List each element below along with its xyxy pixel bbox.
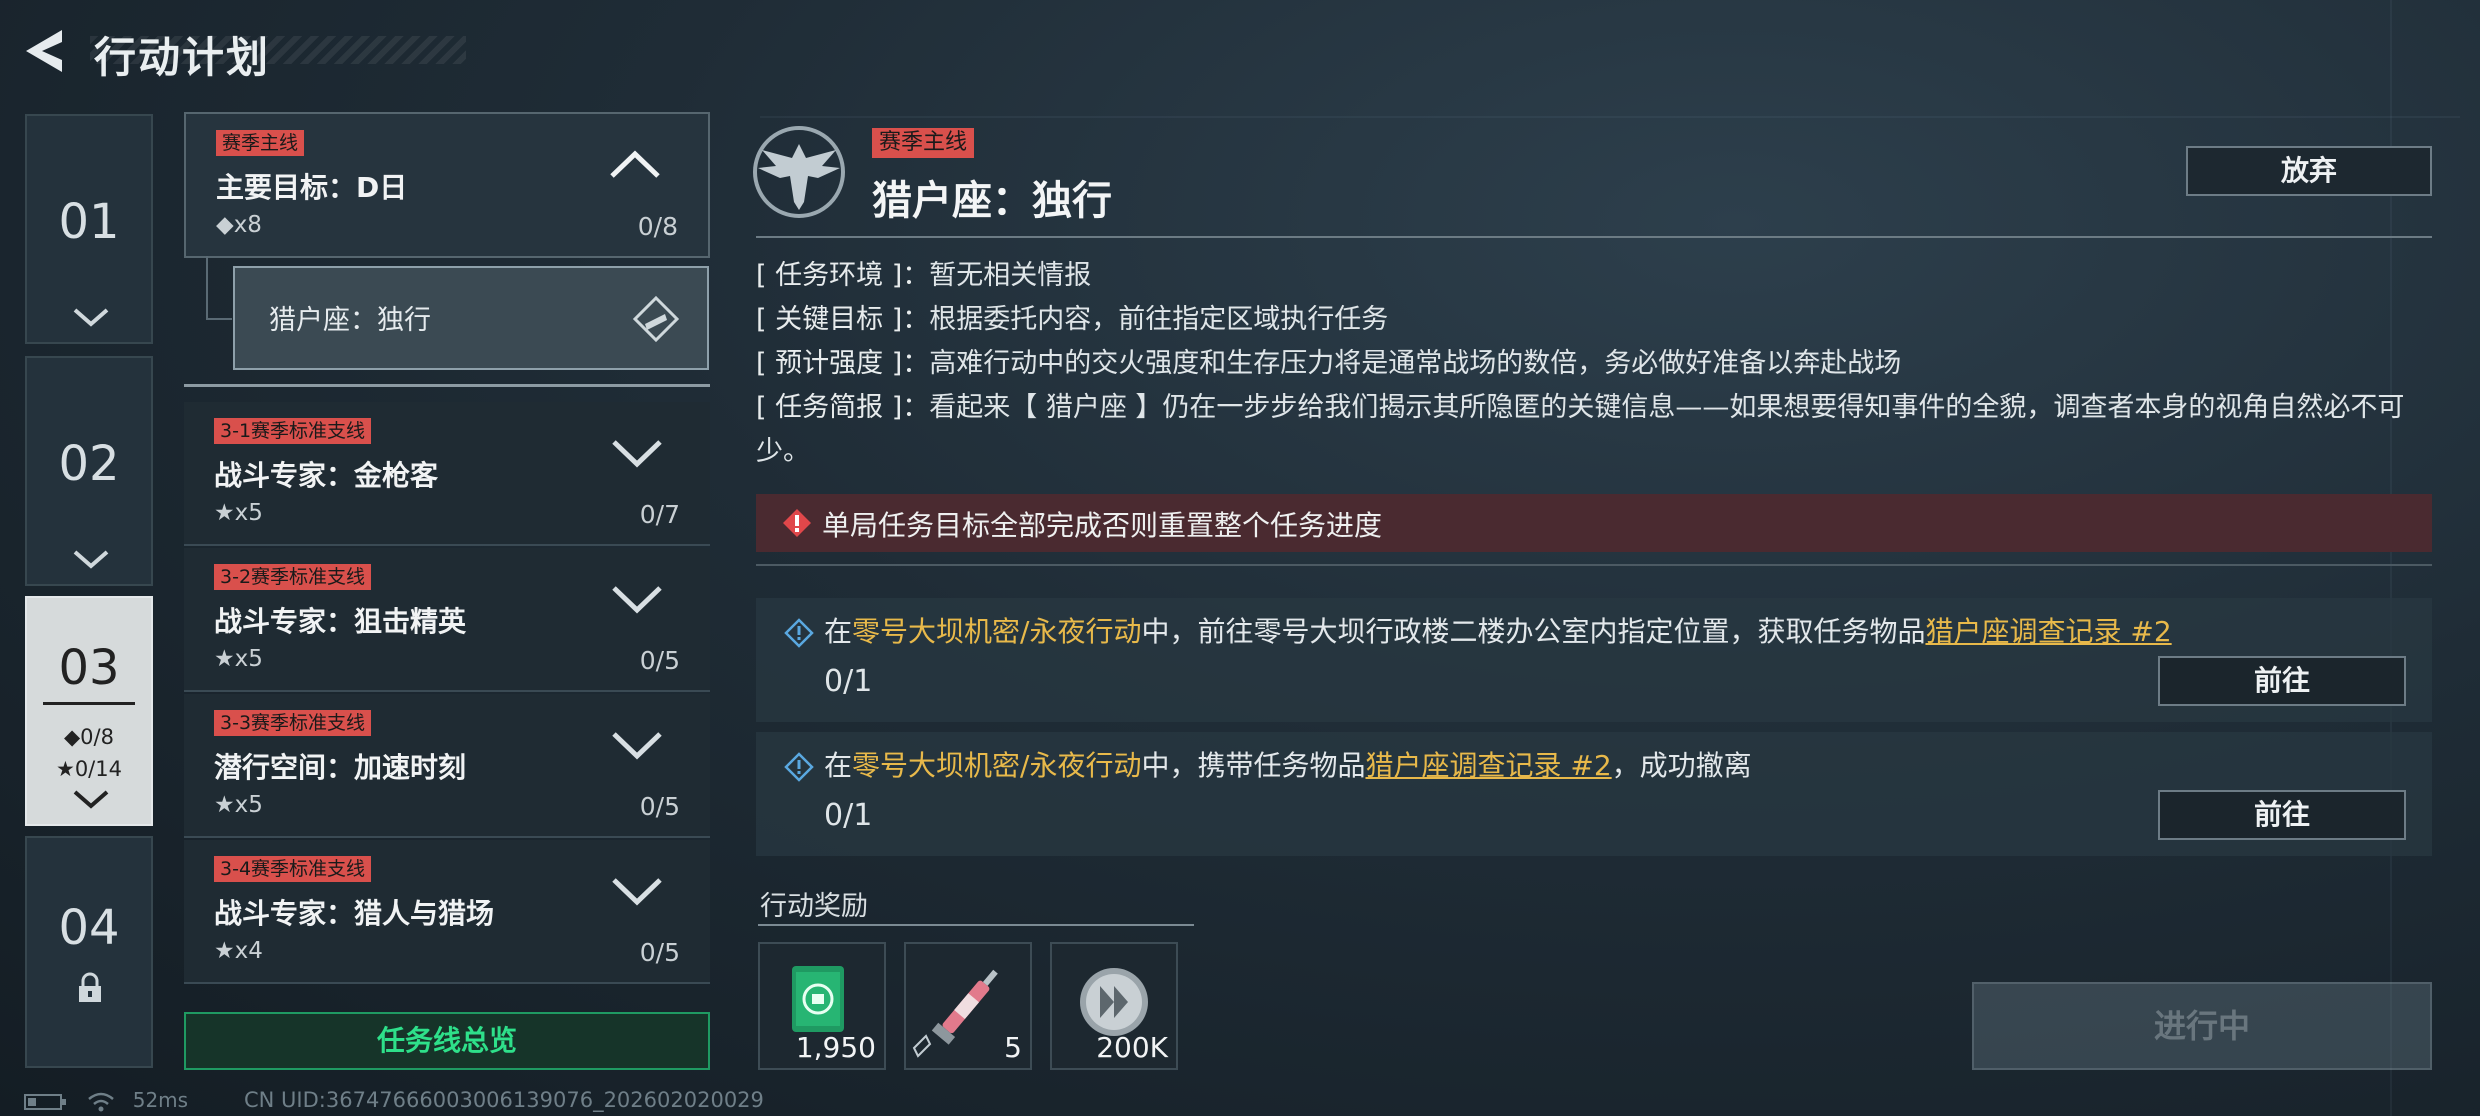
chapter-star-progress: ★0/14 [56, 757, 122, 781]
reward-label: 行动奖励 [760, 891, 868, 922]
chevron-down-icon [73, 550, 109, 569]
quest-main[interactable]: 赛季主线 主要目标：D日 ◆x8 0/8 [184, 112, 710, 258]
goto-button[interactable]: 前往 [2158, 790, 2406, 840]
chapter-tab-01[interactable]: 01 [25, 114, 153, 344]
chevron-down-icon[interactable] [610, 728, 664, 760]
info-briefing: [ 任务简报 ]：看起来【 猎户座 】仍在一步步给我们揭示其所隐匿的关键信息——… [756, 392, 2405, 467]
task-progress: 0/1 [824, 798, 873, 833]
quest-title: 潜行空间：加速时刻 [214, 751, 467, 784]
quest-side-3-1[interactable]: 3-1赛季标准支线 战斗专家：金枪客 ★x5 0/7 [184, 402, 710, 546]
chevron-down-icon[interactable] [610, 436, 664, 468]
chevron-up-icon[interactable] [608, 148, 662, 180]
reward-amount: 200K [1096, 1031, 1168, 1064]
uid-text: CN UID:3674766600300613907​6_20260202002… [244, 1088, 764, 1112]
quest-title: 战斗专家：金枪客 [214, 459, 439, 492]
quest-side-3-4[interactable]: 3-4赛季标准支线 战斗专家：猎人与猎场 ★x4 0/5 [184, 840, 710, 984]
quest-tag: 3-4赛季标准支线 [214, 856, 372, 882]
info-key-objective: [ 关键目标 ]：根据委托内容，前往指定区域执行任务 [756, 304, 1389, 335]
quest-overview-button[interactable]: 任务线总览 [184, 1012, 710, 1070]
quest-title: 主要目标：D日 [216, 171, 408, 204]
task-item: 在零号大坝机密/永夜行动中，携带任务物品猎户座调查记录 #2，成功撤离 0/1 … [756, 732, 2432, 856]
quest-progress: 0/8 [637, 212, 678, 241]
warning-icon [783, 509, 811, 537]
detail-divider [756, 236, 2432, 238]
chevron-down-icon [73, 790, 109, 809]
abandon-button[interactable]: 放弃 [2186, 146, 2432, 196]
chevron-down-icon[interactable] [610, 874, 664, 906]
reward-divider [758, 924, 1194, 926]
list-divider [184, 384, 710, 387]
eagle-emblem-icon [753, 126, 845, 218]
chapter-number: 04 [58, 900, 120, 956]
battery-icon [24, 1093, 66, 1110]
subquest-label: 猎户座：独行 [269, 305, 431, 336]
info-diamond-icon [784, 618, 814, 648]
status-bar: 52ms [24, 1088, 188, 1113]
quest-progress: 0/5 [639, 938, 680, 967]
tree-connector [206, 318, 232, 320]
quest-progress: 0/7 [639, 500, 680, 529]
warning-banner: 单局任务目标全部完成否则重置整个任务进度 [756, 494, 2432, 552]
subquest-item[interactable]: 猎户座：独行 [233, 266, 709, 370]
chevron-down-icon[interactable] [610, 582, 664, 614]
lock-icon [79, 972, 101, 1002]
reward-item[interactable]: 5 [904, 942, 1032, 1070]
page-title: 行动计划 [94, 33, 271, 82]
quest-tag: 3-1赛季标准支线 [214, 418, 372, 444]
chapter-tab-04[interactable]: 04 [25, 836, 153, 1068]
info-diamond-icon [784, 752, 814, 782]
task-item: 在零号大坝机密/永夜行动中，前往零号大坝行政楼二楼办公室内指定位置，获取任务物品… [756, 598, 2432, 722]
chapter-number: 03 [58, 640, 120, 696]
quest-progress: 0/5 [639, 646, 680, 675]
task-progress: 0/1 [824, 664, 873, 699]
in-progress-button: 进行中 [1972, 982, 2432, 1070]
ping-value: 52ms [132, 1088, 189, 1112]
detail-divider [756, 564, 2432, 566]
chapter-tab-03[interactable]: 03 ◆0/8 ★0/14 [25, 596, 153, 826]
task-description: 在零号大坝机密/永夜行动中，前往零号大坝行政楼二楼办公室内指定位置，获取任务物品… [824, 615, 2172, 648]
tree-connector [206, 256, 208, 318]
chapter-number: 01 [58, 194, 120, 250]
chevron-down-icon [73, 308, 109, 327]
quest-reward-count: ◆x8 [216, 212, 262, 238]
detail-tag: 赛季主线 [872, 128, 975, 158]
bg-grid-line [760, 116, 2460, 118]
chapter-number: 02 [58, 436, 120, 492]
target-diamond-icon [632, 295, 680, 343]
wifi-icon [88, 1092, 115, 1111]
info-intensity: [ 预计强度 ]：高难行动中的交火强度和生存压力将是通常战场的数倍，务必做好准备… [756, 348, 1902, 379]
chapter-diamond-progress: ◆0/8 [64, 725, 114, 749]
quest-title: 战斗专家：狙击精英 [214, 605, 467, 638]
chapter-divider [43, 702, 135, 705]
quest-reward-count: ★x5 [214, 792, 263, 818]
task-description: 在零号大坝机密/永夜行动中，携带任务物品猎户座调查记录 #2，成功撤离 [824, 749, 1752, 782]
quest-title: 战斗专家：猎人与猎场 [214, 897, 495, 930]
reward-item[interactable]: 1,950 [758, 942, 886, 1070]
detail-title: 猎户座：独行 [872, 178, 1112, 224]
quest-reward-count: ★x5 [214, 646, 263, 672]
reward-amount: 1,950 [795, 1031, 876, 1064]
quest-tag: 3-2赛季标准支线 [214, 564, 372, 590]
reward-item[interactable]: 200K [1050, 942, 1178, 1070]
info-environment: [ 任务环境 ]：暂无相关情报 [756, 260, 1092, 291]
quest-side-3-3[interactable]: 3-3赛季标准支线 潜行空间：加速时刻 ★x5 0/5 [184, 694, 710, 838]
quest-reward-count: ★x5 [214, 500, 263, 526]
reward-amount: 5 [1004, 1031, 1022, 1064]
goto-button[interactable]: 前往 [2158, 656, 2406, 706]
quest-side-3-2[interactable]: 3-2赛季标准支线 战斗专家：狙击精英 ★x5 0/5 [184, 548, 710, 692]
back-arrow-icon[interactable] [22, 26, 74, 76]
quest-progress: 0/5 [639, 792, 680, 821]
warning-text: 单局任务目标全部完成否则重置整个任务进度 [822, 509, 1383, 542]
chapter-tab-02[interactable]: 02 [25, 356, 153, 586]
quest-tag: 赛季主线 [216, 130, 305, 156]
quest-tag: 3-3赛季标准支线 [214, 710, 372, 736]
quest-reward-count: ★x4 [214, 938, 263, 964]
